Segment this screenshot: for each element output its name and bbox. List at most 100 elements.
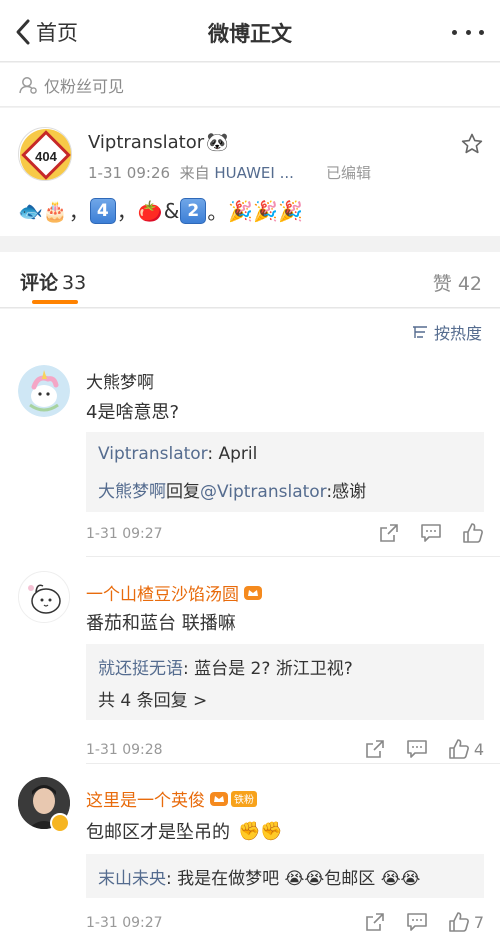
- post-author-name[interactable]: Viptranslator 🐼: [88, 132, 229, 153]
- more-options-button[interactable]: [452, 22, 484, 42]
- fish-cake-emoji-icon: 🐟🎂: [18, 198, 68, 223]
- divider: [86, 556, 500, 557]
- party-popper-emoji-icon: 🎉🎉🎉: [228, 198, 304, 223]
- post-meta: 1-31 09:26 来自 HUAWEI ...: [88, 162, 294, 183]
- vip-crown-icon: [243, 584, 263, 602]
- top-nav-bar: 首页 微博正文: [0, 0, 500, 62]
- avatar-text: 404: [35, 149, 57, 164]
- comment-icon: [421, 524, 441, 542]
- keycap-2-icon: 2: [180, 197, 207, 224]
- tab-comments-count: 33: [62, 272, 87, 294]
- commenter-name[interactable]: 一个山楂豆沙馅汤圆: [86, 580, 263, 605]
- comment-list: 按热度 大熊梦啊 4是啥意思? Viptranslator: April 大熊梦…: [0, 309, 500, 941]
- reply-box[interactable]: 末山未央: 我是在做梦吧 😭😭包邮区 😭😭: [86, 854, 484, 898]
- more-dot-icon: [465, 29, 471, 35]
- like-count: 7: [473, 912, 484, 932]
- source-prefix: 来自: [179, 164, 210, 182]
- commenter-name[interactable]: 大熊梦啊: [86, 368, 154, 393]
- reply-button[interactable]: [406, 911, 428, 933]
- share-button[interactable]: [364, 911, 386, 933]
- tab-likes-label: 赞: [432, 273, 452, 295]
- 404-logo-icon: 404: [20, 129, 71, 180]
- star-icon[interactable]: [460, 132, 484, 156]
- comma-text: ，: [116, 200, 137, 224]
- reply-text: :感谢: [326, 482, 367, 502]
- visibility-bar: 仅粉丝可见: [0, 63, 500, 107]
- cartoon-avatar-icon: [19, 572, 69, 622]
- source-device[interactable]: HUAWEI ...: [214, 164, 294, 182]
- reply-line: 大熊梦啊回复@Viptranslator:感谢: [98, 477, 366, 502]
- unicorn-avatar-icon: [18, 365, 70, 417]
- comment-text: 包邮区才是坠吊的 ✊✊: [86, 818, 283, 844]
- period-text: 。: [207, 200, 228, 224]
- commenter-avatar[interactable]: [18, 365, 70, 417]
- verified-badge-icon: [50, 813, 70, 833]
- tab-likes[interactable]: 赞 42: [433, 269, 482, 296]
- comment-time: 1-31 09:27: [86, 526, 163, 542]
- share-icon: [366, 913, 384, 931]
- more-dot-icon: [452, 29, 457, 35]
- like-button[interactable]: [462, 522, 484, 544]
- reply-line: 末山未央: 我是在做梦吧 😭😭包邮区 😭😭: [98, 864, 420, 889]
- crying-emoji-icon: 😭😭: [380, 869, 421, 889]
- author-avatar[interactable]: 404: [18, 127, 72, 181]
- comment-text-body: 包邮区才是坠吊的: [86, 822, 230, 843]
- like-button[interactable]: 4: [448, 738, 484, 760]
- reply-keyword: 回复: [166, 482, 200, 502]
- reply-box[interactable]: Viptranslator: April 大熊梦啊回复@Viptranslato…: [86, 432, 484, 512]
- reply-user[interactable]: 就还挺无语: [98, 659, 183, 679]
- comment-icon: [407, 913, 427, 931]
- reply-user[interactable]: Viptranslator: [98, 444, 207, 464]
- reply-user[interactable]: 大熊梦啊: [98, 482, 166, 502]
- active-tab-indicator: [32, 300, 78, 304]
- comment-actions: [358, 522, 484, 544]
- post-card: 404 Viptranslator 🐼 1-31 09:26 来自 HUAWEI…: [0, 108, 500, 236]
- post-content: 🐟🎂 ， 4 ， 🍅 & 2 。 🎉🎉🎉: [18, 196, 303, 225]
- commenter-name-text: 一个山楂豆沙馅汤圆: [86, 585, 239, 605]
- commenter-name[interactable]: 这里是一个英俊 铁粉: [86, 786, 257, 811]
- comments-header: 评论 33 赞 42: [0, 252, 500, 308]
- reply-user[interactable]: 末山未央: [98, 869, 166, 889]
- commenter-name-text: 这里是一个英俊: [86, 791, 205, 811]
- fist-emoji-icon: ✊✊: [238, 820, 283, 842]
- reply-mention[interactable]: @Viptranslator: [200, 482, 326, 502]
- more-replies-link[interactable]: 共 4 条回复 >: [98, 686, 207, 711]
- post-time: 1-31 09:26: [88, 164, 171, 182]
- comment-actions: 4: [344, 738, 484, 760]
- comment-item: 一个山楂豆沙馅汤圆 番茄和蓝台 联播嘛 就还挺无语: 蓝台是 2? 浙江卫视? …: [0, 558, 500, 764]
- like-button[interactable]: 7: [448, 911, 484, 933]
- tab-comments-label: 评论: [20, 272, 59, 294]
- share-icon: [380, 524, 398, 542]
- reply-line: Viptranslator: April: [98, 444, 257, 464]
- edited-label[interactable]: 已编辑: [326, 162, 371, 183]
- reply-line: 就还挺无语: 蓝台是 2? 浙江卫视?: [98, 654, 353, 679]
- vip-crown-icon: [209, 790, 229, 808]
- comma-text: ，: [68, 200, 89, 224]
- panda-emoji-icon: 🐼: [206, 132, 229, 153]
- keycap-4-icon: 4: [89, 197, 116, 224]
- reply-text: 包邮区: [324, 869, 376, 889]
- share-button[interactable]: [364, 738, 386, 760]
- like-count: 4: [473, 739, 484, 759]
- comment-time: 1-31 09:28: [86, 742, 163, 758]
- reply-box[interactable]: 就还挺无语: 蓝台是 2? 浙江卫视? 共 4 条回复 >: [86, 644, 484, 720]
- visibility-label: 仅粉丝可见: [44, 76, 125, 96]
- comment-time: 1-31 09:27: [86, 915, 163, 931]
- share-button[interactable]: [378, 522, 400, 544]
- reply-text: : 我是在做梦吧: [166, 869, 280, 889]
- reply-text: : April: [207, 444, 258, 464]
- comment-text: 4是啥意思?: [86, 402, 180, 423]
- tab-likes-count: 42: [457, 273, 482, 295]
- commenter-avatar[interactable]: [18, 571, 70, 623]
- comment-item: 大熊梦啊 4是啥意思? Viptranslator: April 大熊梦啊回复@…: [0, 309, 500, 557]
- crying-emoji-icon: 😭😭: [284, 869, 325, 889]
- tab-comments[interactable]: 评论 33: [20, 268, 86, 295]
- reply-button[interactable]: [420, 522, 442, 544]
- ampersand-text: &: [163, 198, 180, 223]
- author-name-text: Viptranslator: [88, 132, 205, 153]
- divider: [86, 763, 500, 764]
- reply-button[interactable]: [406, 738, 428, 760]
- user-icon: [19, 76, 37, 94]
- tomato-emoji-icon: 🍅: [137, 198, 163, 223]
- share-icon: [366, 740, 384, 758]
